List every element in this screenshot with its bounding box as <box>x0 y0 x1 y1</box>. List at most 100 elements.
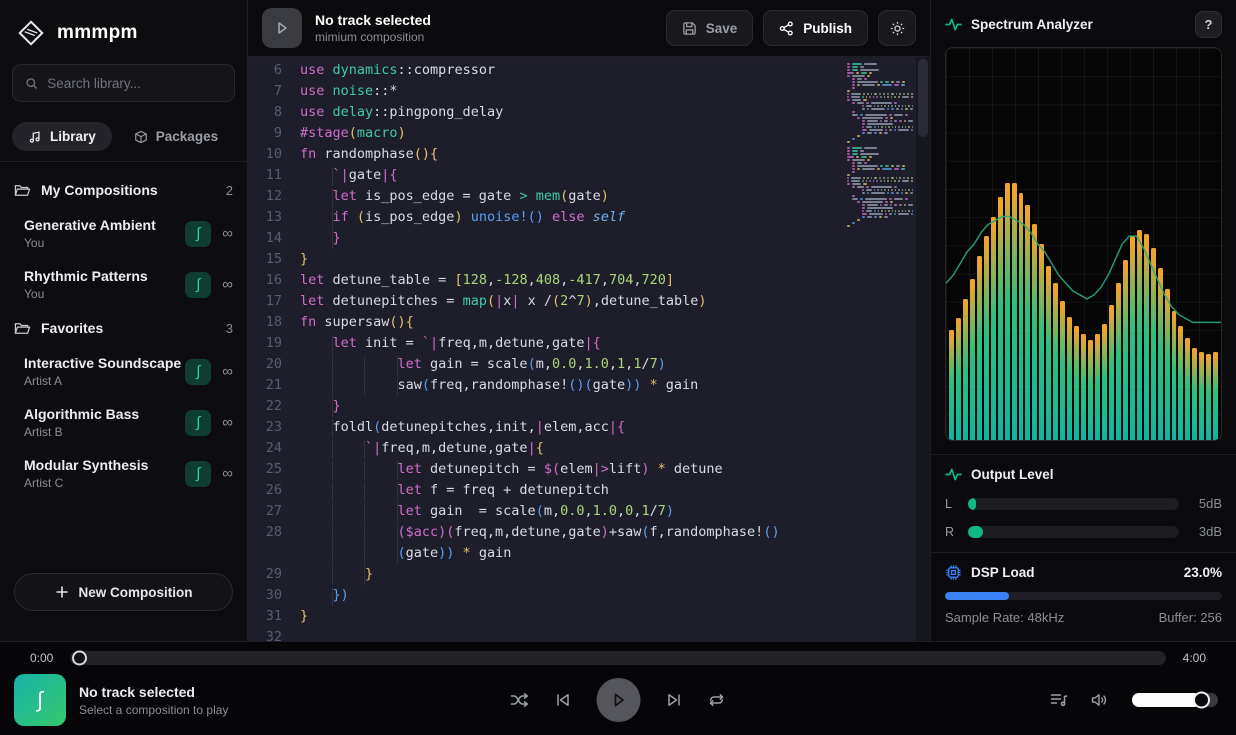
composition-item[interactable]: Algorithmic BassArtist B∫∞ <box>0 397 247 448</box>
editor-scrollbar-thumb[interactable] <box>918 59 928 137</box>
minimap-token <box>884 180 886 182</box>
code-line[interactable]: 30}) <box>248 585 900 606</box>
code-token: fn <box>300 146 324 162</box>
minimap-line <box>847 144 913 146</box>
shuffle-button[interactable] <box>511 692 530 708</box>
code-line[interactable]: 8use delay::pingpong_delay <box>248 102 900 123</box>
code-line[interactable]: 7use noise::* <box>248 81 900 102</box>
volume-button[interactable] <box>1091 692 1109 708</box>
code-token: ) <box>398 125 406 141</box>
code-line[interactable]: 12let is_pos_edge = gate > mem(gate) <box>248 186 900 207</box>
composition-item[interactable]: Interactive SoundscapeArtist A∫∞ <box>0 346 247 397</box>
volume-slider[interactable] <box>1132 693 1218 707</box>
help-button[interactable]: ? <box>1195 11 1222 38</box>
play-button[interactable] <box>597 678 641 722</box>
code-lines: 6use dynamics::compressor7use noise::*8u… <box>248 57 900 641</box>
minimap-token <box>891 180 893 182</box>
editor-header-actions: Save Publish <box>666 10 916 46</box>
line-number: 13 <box>248 207 300 228</box>
code-line[interactable]: 21saw(freq,randomphase!()(gate)) * gain <box>248 375 900 396</box>
minimap-token <box>871 192 886 194</box>
minimap-token <box>852 171 855 173</box>
code-line[interactable]: 16let detune_table = [128,-128,408,-417,… <box>248 270 900 291</box>
settings-button[interactable] <box>878 10 916 46</box>
minimap-line <box>847 66 913 68</box>
code-line[interactable]: 25let detunepitch = $(elem|>lift) * detu… <box>248 459 900 480</box>
search-input[interactable] <box>47 76 222 91</box>
new-composition-button[interactable]: New Composition <box>14 573 233 611</box>
repeat-button[interactable] <box>708 692 726 708</box>
minimap-token <box>894 102 897 104</box>
section-count: 2 <box>226 183 233 198</box>
next-button[interactable] <box>666 692 683 708</box>
minimap-token <box>905 189 906 191</box>
seek-thumb[interactable] <box>72 651 87 666</box>
indent-guide <box>300 482 333 501</box>
save-button[interactable]: Save <box>666 10 754 46</box>
seek-slider[interactable] <box>70 651 1166 665</box>
code-line[interactable]: 17let detunepitches = map(|x| x /(2^7),d… <box>248 291 900 312</box>
composition-item[interactable]: Modular SynthesisArtist C∫∞ <box>0 448 247 499</box>
code-line[interactable]: 20let gain = scale(m,0.0,1.0,1,1/7) <box>248 354 900 375</box>
code-line-content: let detune_table = [128,-128,408,-417,70… <box>300 270 900 291</box>
minimap-line <box>862 192 913 194</box>
minimap-token <box>852 99 861 101</box>
code-line[interactable]: 26let f = freq + detunepitch <box>248 480 900 501</box>
mimium-badge-icon: ∫ <box>185 461 211 487</box>
code-line[interactable]: 19let init = `|freq,m,detune,gate|{ <box>248 333 900 354</box>
minimap-line <box>852 186 913 188</box>
code-line-content: #stage(macro) <box>300 123 900 144</box>
code-line[interactable]: 14} <box>248 228 900 249</box>
code-line[interactable]: 31} <box>248 606 900 627</box>
minimap-token <box>887 177 889 179</box>
code-line[interactable]: 6use dynamics::compressor <box>248 60 900 81</box>
search-box[interactable] <box>12 64 235 102</box>
minimap[interactable] <box>847 63 913 231</box>
tab-library[interactable]: Library <box>12 122 112 151</box>
publish-button[interactable]: Publish <box>763 10 868 46</box>
line-number: 17 <box>248 291 300 312</box>
code-token: ( <box>552 293 560 309</box>
queue-button[interactable] <box>1050 692 1068 708</box>
code-token: |> <box>593 461 609 477</box>
code-line[interactable]: 22} <box>248 396 900 417</box>
minimap-token <box>891 108 893 110</box>
code-token: init = <box>365 335 422 351</box>
code-line[interactable]: 11`|gate|{ <box>248 165 900 186</box>
editor-scrollbar[interactable] <box>916 57 930 641</box>
minimap-token <box>866 189 872 191</box>
code-line[interactable]: 24`|freq,m,detune,gate|{ <box>248 438 900 459</box>
code-line[interactable]: 23foldl(detunepitches,init,|elem,acc|{ <box>248 417 900 438</box>
code-line[interactable]: 9#stage(macro) <box>248 123 900 144</box>
volume-thumb[interactable] <box>1193 692 1210 709</box>
minimap-token <box>896 93 898 95</box>
minimap-token <box>860 114 863 116</box>
code-line[interactable]: 29} <box>248 564 900 585</box>
code-token: () <box>568 377 584 393</box>
composition-item[interactable]: Generative AmbientYou∫∞ <box>0 208 247 259</box>
minimap-line <box>852 111 913 113</box>
code-line[interactable]: 32 <box>248 627 900 641</box>
minimap-token <box>862 84 875 86</box>
code-line[interactable]: 28($acc)(freq,m,detune,gate)+saw(f,rando… <box>248 522 900 543</box>
line-number: 16 <box>248 270 300 291</box>
code-token: if <box>333 209 357 225</box>
line-number: 32 <box>248 627 300 641</box>
previous-button[interactable] <box>555 692 572 708</box>
code-line[interactable]: 10fn randomphase(){ <box>248 144 900 165</box>
code-token: fn <box>300 314 324 330</box>
preview-play-button[interactable] <box>262 8 302 48</box>
code-editor[interactable]: 6use dynamics::compressor7use noise::*8u… <box>248 57 930 641</box>
minimap-line <box>862 204 913 206</box>
composition-item[interactable]: Rhythmic PatternsYou∫∞ <box>0 259 247 310</box>
code-line[interactable]: 27let gain = scale(m,0.0,1.0,0,1/7) <box>248 501 900 522</box>
code-line[interactable]: 15} <box>248 249 900 270</box>
minimap-token <box>863 177 865 179</box>
code-line[interactable]: 18fn supersaw(){ <box>248 312 900 333</box>
indent-guide <box>333 545 366 564</box>
code-line[interactable]: 13if (is_pos_edge) unoise!() else self <box>248 207 900 228</box>
minimap-token <box>912 105 913 107</box>
tab-packages[interactable]: Packages <box>118 122 234 151</box>
code-line[interactable]: (gate)) * gain <box>248 543 900 564</box>
minimap-line <box>847 93 913 95</box>
